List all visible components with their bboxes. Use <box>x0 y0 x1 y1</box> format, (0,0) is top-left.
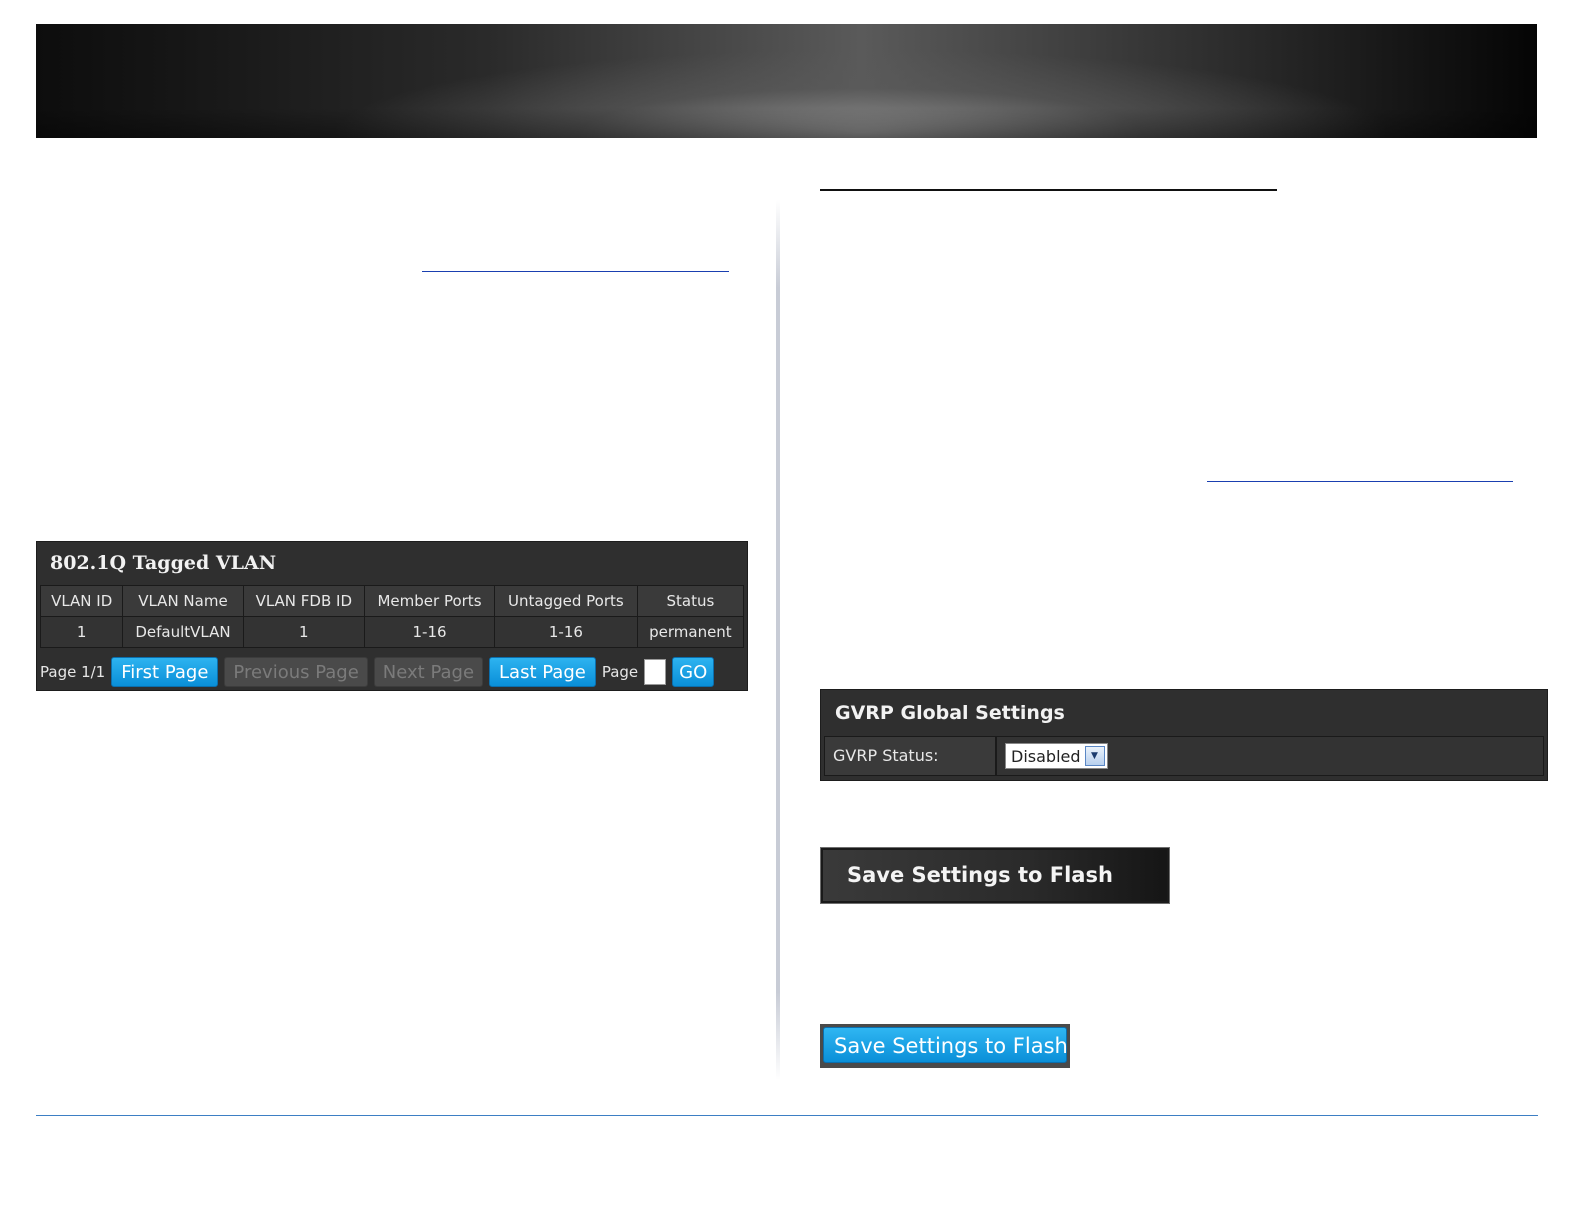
panel-title: 802.1Q Tagged VLAN <box>50 552 277 574</box>
page-info: Page 1/1 <box>40 663 106 681</box>
header-banner <box>36 24 1537 138</box>
column-divider <box>776 200 780 1080</box>
column-header-status: Status <box>636 585 745 617</box>
panel-title: GVRP Global Settings <box>835 702 1065 724</box>
save-settings-to-flash-container: Save Settings to Flash <box>820 1024 1070 1068</box>
column-header-vlan-name: VLAN Name <box>122 585 244 617</box>
column-header-member-ports: Member Ports <box>364 585 495 617</box>
vlan-table-panel: 802.1Q Tagged VLAN VLAN ID VLAN Name VLA… <box>36 541 748 691</box>
pagination-bar: Page 1/1 First Page Previous Page Next P… <box>40 656 715 688</box>
table-header-row: VLAN ID VLAN Name VLAN FDB ID Member Por… <box>39 585 745 617</box>
gvrp-status-cell: Disabled ▼ <box>996 736 1544 776</box>
last-page-button[interactable]: Last Page <box>489 657 596 687</box>
section-heading-rule <box>820 189 1277 191</box>
go-button[interactable]: GO <box>672 657 715 687</box>
gvrp-status-value: Disabled <box>1011 746 1081 766</box>
first-page-button[interactable]: First Page <box>111 657 219 687</box>
save-settings-to-flash-menu-button[interactable]: Save Settings to Flash <box>820 847 1170 904</box>
save-settings-to-flash-button[interactable]: Save Settings to Flash <box>823 1027 1068 1063</box>
cell-status: permanent <box>636 616 745 648</box>
vlan-table: VLAN ID VLAN Name VLAN FDB ID Member Por… <box>39 585 745 648</box>
gvrp-status-label: GVRP Status: <box>824 736 996 776</box>
column-header-vlan-id: VLAN ID <box>39 585 124 617</box>
link-underline-right <box>1207 481 1513 482</box>
previous-page-button[interactable]: Previous Page <box>224 657 368 687</box>
table-row: 1 DefaultVLAN 1 1-16 1-16 permanent <box>39 616 745 648</box>
next-page-button[interactable]: Next Page <box>373 657 484 687</box>
gvrp-status-select[interactable]: Disabled ▼ <box>1005 743 1108 769</box>
column-header-untagged-ports: Untagged Ports <box>493 585 638 617</box>
page-number-input[interactable] <box>644 659 667 685</box>
column-header-vlan-fdb-id: VLAN FDB ID <box>242 585 366 617</box>
cell-member-ports: 1-16 <box>364 616 495 648</box>
gvrp-status-row: GVRP Status: Disabled ▼ <box>824 736 1544 776</box>
cell-vlan-fdb-id: 1 <box>242 616 366 648</box>
chevron-down-icon[interactable]: ▼ <box>1084 746 1105 766</box>
page-label: Page <box>601 663 639 681</box>
link-underline-left <box>422 271 729 272</box>
gvrp-settings-panel: GVRP Global Settings GVRP Status: Disabl… <box>820 689 1548 781</box>
cell-vlan-id: 1 <box>39 616 124 648</box>
footer-divider <box>36 1115 1538 1116</box>
cell-untagged-ports: 1-16 <box>493 616 638 648</box>
cell-vlan-name: DefaultVLAN <box>122 616 244 648</box>
